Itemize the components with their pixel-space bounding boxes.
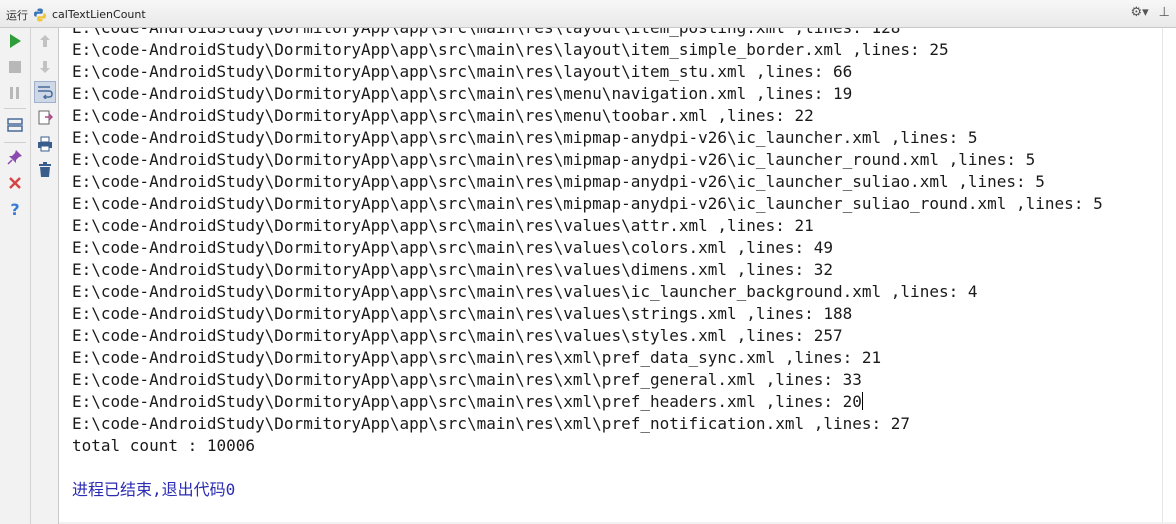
console-line: E:\code-AndroidStudy\DormitoryApp\app\sr… — [72, 391, 1103, 413]
console-line: E:\code-AndroidStudy\DormitoryApp\app\sr… — [72, 127, 1103, 149]
console-line: E:\code-AndroidStudy\DormitoryApp\app\sr… — [72, 347, 1103, 369]
pin-icon[interactable] — [4, 146, 26, 168]
console-line: E:\code-AndroidStudy\DormitoryApp\app\sr… — [72, 215, 1103, 237]
console-line-text: total count : 10006 — [72, 436, 256, 455]
console-line-text: E:\code-AndroidStudy\DormitoryApp\app\sr… — [72, 40, 949, 59]
console-line: E:\code-AndroidStudy\DormitoryApp\app\sr… — [72, 325, 1103, 347]
console-line-text: E:\code-AndroidStudy\DormitoryApp\app\sr… — [72, 414, 911, 433]
run-label: 运行 — [6, 9, 28, 22]
gear-icon[interactable]: ⚙▾ — [1130, 4, 1148, 22]
console-line-text: E:\code-AndroidStudy\DormitoryApp\app\sr… — [72, 172, 1045, 191]
console-line: E:\code-AndroidStudy\DormitoryApp\app\sr… — [72, 369, 1103, 391]
total-count-line: total count : 10006 — [72, 435, 1103, 457]
console-line-text: E:\code-AndroidStudy\DormitoryApp\app\sr… — [72, 106, 814, 125]
text-cursor — [861, 392, 863, 410]
console-line-text: E:\code-AndroidStudy\DormitoryApp\app\sr… — [72, 238, 833, 257]
console-line: E:\code-AndroidStudy\DormitoryApp\app\sr… — [72, 237, 1103, 259]
toolbar-separator — [4, 142, 26, 143]
console-line-text: E:\code-AndroidStudy\DormitoryApp\app\sr… — [72, 348, 882, 367]
run-icon[interactable] — [4, 30, 26, 52]
console-line: E:\code-AndroidStudy\DormitoryApp\app\sr… — [72, 61, 1103, 83]
console-line: E:\code-AndroidStudy\DormitoryApp\app\sr… — [72, 105, 1103, 127]
console-line-text: E:\code-AndroidStudy\DormitoryApp\app\sr… — [72, 392, 862, 411]
console-toolbar — [31, 28, 59, 524]
console-line: E:\code-AndroidStudy\DormitoryApp\app\sr… — [72, 28, 1103, 39]
console-line: E:\code-AndroidStudy\DormitoryApp\app\sr… — [72, 149, 1103, 171]
console-line-text: E:\code-AndroidStudy\DormitoryApp\app\sr… — [72, 260, 833, 279]
console-lines: E:\code-AndroidStudy\DormitoryApp\app\sr… — [72, 28, 1103, 501]
tab-title: calTextLienCount — [52, 8, 146, 21]
console-line-text: E:\code-AndroidStudy\DormitoryApp\app\sr… — [72, 194, 1103, 213]
console-line-text: E:\code-AndroidStudy\DormitoryApp\app\sr… — [72, 62, 853, 81]
console-line-text: E:\code-AndroidStudy\DormitoryApp\app\sr… — [72, 28, 900, 37]
console-line-text: E:\code-AndroidStudy\DormitoryApp\app\sr… — [72, 282, 978, 301]
export-icon[interactable] — [34, 107, 56, 129]
console-line-text: E:\code-AndroidStudy\DormitoryApp\app\sr… — [72, 370, 862, 389]
stop-icon[interactable] — [4, 56, 26, 78]
arrow-down-icon[interactable] — [34, 56, 56, 78]
print-icon[interactable] — [34, 133, 56, 155]
arrow-up-icon[interactable] — [34, 30, 56, 52]
python-icon — [34, 8, 46, 21]
scrollbar-thumb[interactable] — [1164, 30, 1174, 435]
run-toolbar: ? — [0, 28, 31, 524]
close-icon[interactable] — [4, 172, 26, 194]
console-line: E:\code-AndroidStudy\DormitoryApp\app\sr… — [72, 259, 1103, 281]
pause-icon[interactable] — [4, 82, 26, 104]
console-line-text: E:\code-AndroidStudy\DormitoryApp\app\sr… — [72, 216, 814, 235]
console-line: E:\code-AndroidStudy\DormitoryApp\app\sr… — [72, 39, 1103, 61]
minimize-icon[interactable]: ⊥ — [1159, 4, 1170, 22]
trash-icon[interactable] — [34, 159, 56, 181]
console-line: E:\code-AndroidStudy\DormitoryApp\app\sr… — [72, 413, 1103, 435]
soft-wrap-icon[interactable] — [34, 81, 56, 103]
console-line: E:\code-AndroidStudy\DormitoryApp\app\sr… — [72, 171, 1103, 193]
help-icon[interactable]: ? — [4, 198, 26, 220]
console-line-text: E:\code-AndroidStudy\DormitoryApp\app\sr… — [72, 150, 1036, 169]
layout-icon[interactable] — [4, 114, 26, 136]
console-line: E:\code-AndroidStudy\DormitoryApp\app\sr… — [72, 193, 1103, 215]
run-tab[interactable]: calTextLienCount — [28, 3, 154, 26]
console-line: E:\code-AndroidStudy\DormitoryApp\app\sr… — [72, 281, 1103, 303]
console-line-text: E:\code-AndroidStudy\DormitoryApp\app\sr… — [72, 326, 843, 345]
exit-message: 进程已结束,退出代码0 — [72, 480, 236, 499]
console-line: E:\code-AndroidStudy\DormitoryApp\app\sr… — [72, 83, 1103, 105]
console-line: E:\code-AndroidStudy\DormitoryApp\app\sr… — [72, 303, 1103, 325]
toolbar-separator — [4, 108, 26, 109]
console-line-text: E:\code-AndroidStudy\DormitoryApp\app\sr… — [72, 84, 853, 103]
console-line-text: E:\code-AndroidStudy\DormitoryApp\app\sr… — [72, 128, 978, 147]
console-output[interactable]: E:\code-AndroidStudy\DormitoryApp\app\sr… — [59, 28, 1162, 522]
run-tool-window-header: 运行 calTextLienCount ⚙▾ ⊥ — [0, 0, 1176, 28]
console-line-text: E:\code-AndroidStudy\DormitoryApp\app\sr… — [72, 304, 853, 323]
